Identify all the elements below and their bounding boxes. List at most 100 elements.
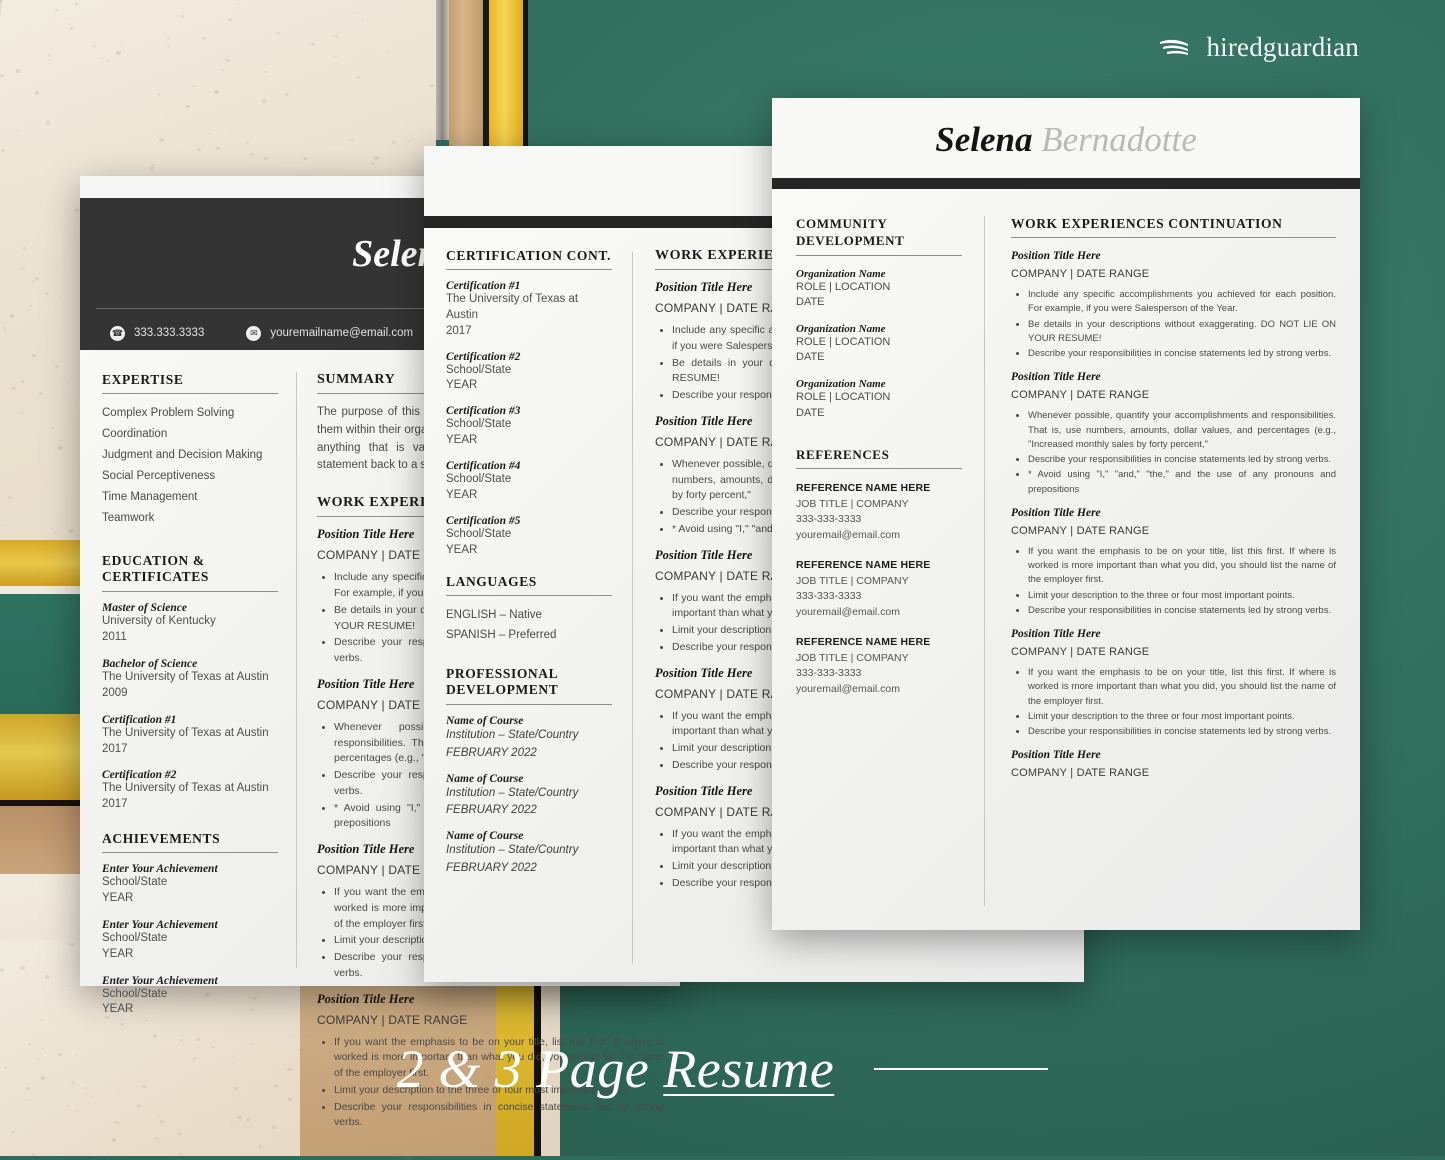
marble-speck — [35, 276, 40, 281]
languages-heading: LANGUAGES — [446, 574, 537, 590]
marble-speck — [144, 1019, 148, 1023]
marble-speck — [356, 12, 358, 14]
marble-speck — [407, 140, 410, 143]
entry-title: Enter Your Achievement — [102, 918, 218, 931]
marble-speck — [220, 68, 224, 72]
reference-name: REFERENCE NAME HERE — [796, 635, 931, 648]
entry-line-2: School/State — [102, 987, 168, 1000]
reference-phone[interactable]: 333-333-3333 — [796, 589, 962, 605]
marble-speck — [276, 31, 280, 35]
entry-line-2: School/State — [446, 418, 512, 431]
entry-line-3: YEAR — [446, 543, 478, 556]
white-band — [0, 586, 92, 594]
marble-speck — [116, 50, 121, 55]
job-title: Position Title Here — [1011, 371, 1101, 384]
marble-speck — [39, 1018, 42, 1021]
marble-speck — [2, 327, 6, 331]
marble-speck — [0, 968, 5, 972]
marble-speck — [74, 339, 76, 341]
entry-block: Certification #4 School/State YEAR — [446, 460, 612, 504]
entry-line-3: YEAR — [446, 488, 478, 501]
marble-speck — [169, 113, 171, 115]
page-3-main: WORK EXPERIENCES CONTINUATION Position T… — [985, 202, 1360, 930]
entry-title: Certification #1 — [446, 280, 521, 292]
marble-speck — [29, 304, 32, 307]
reference-block: REFERENCE NAME HERE JOB TITLE | COMPANY 33… — [796, 558, 962, 621]
entry-title: Enter Your Achievement — [102, 974, 218, 987]
marble-speck — [69, 405, 73, 408]
job-title: Position Title Here — [1011, 628, 1101, 640]
reference-name: REFERENCE NAME HERE — [796, 481, 931, 494]
marble-speck — [106, 60, 110, 63]
reference-block: REFERENCE NAME HERE JOB TITLE | COMPANY 33… — [796, 635, 962, 698]
marble-speck — [228, 17, 233, 21]
entry-title: Certification #5 — [446, 514, 521, 527]
marble-speck — [45, 121, 50, 125]
course-block: Name of Course Institution – State/Countr… — [446, 830, 612, 877]
education-heading: EDUCATION & CERTIFICATES — [102, 552, 209, 585]
entry-line-3: 2017 — [102, 742, 128, 755]
job-title: Position Title Here — [1011, 506, 1101, 519]
job-bullet: If you want the emphasis to be on your t… — [1028, 545, 1336, 588]
marble-speck — [45, 291, 50, 296]
marble-speck — [34, 91, 40, 96]
reference-phone[interactable]: 333-333-3333 — [796, 666, 962, 682]
marble-speck — [161, 125, 164, 128]
reference-email[interactable]: youremail@email.com — [796, 528, 962, 544]
achievements-heading: ACHIEVEMENTS — [102, 831, 221, 847]
prof-dev-rule — [446, 704, 612, 706]
entry-line-2: School/State — [446, 473, 512, 486]
marble-speck — [0, 1124, 3, 1127]
marble-speck — [67, 23, 71, 26]
marble-speck — [229, 128, 232, 131]
job-title: Position Title Here — [1011, 749, 1101, 762]
job-company: COMPANY | DATE RANGE — [1011, 389, 1150, 402]
entry-title: Organization Name — [796, 323, 886, 336]
contact-phone[interactable]: ☎ 333.333.3333 — [110, 325, 204, 341]
tan-band — [0, 806, 92, 874]
reference-email[interactable]: youremail@email.com — [796, 682, 962, 698]
reference-role: JOB TITLE | COMPANY — [796, 497, 909, 510]
entry-line-3: DATE — [796, 295, 825, 308]
marble-speck — [125, 99, 127, 102]
page-3-last-name: Bernadotte — [1041, 120, 1197, 159]
marble-speck — [268, 0, 270, 2]
course-title: Name of Course — [446, 830, 524, 843]
page-3-sidebar: COMMUNITY DEVELOPMENT Organization Name R… — [772, 202, 984, 930]
page-3-first-name: Selena — [935, 120, 1033, 159]
marble-speck — [10, 1131, 14, 1134]
reference-phone[interactable]: 333-333-3333 — [796, 512, 962, 528]
job-bullet: Describe your responsibilities in concis… — [1028, 453, 1336, 467]
reference-name: REFERENCE NAME HERE — [796, 558, 931, 571]
course-date: FEBRUARY 2022 — [446, 861, 537, 874]
marble-speck — [69, 26, 74, 30]
entry-line-3: 2017 — [446, 324, 472, 337]
marble-speck — [32, 280, 35, 283]
page-3-name: Selena Bernadotte — [772, 120, 1360, 160]
entry-line-3: YEAR — [446, 379, 478, 392]
marble-speck — [50, 999, 52, 1001]
marble-speck — [160, 1120, 164, 1124]
marble-speck — [58, 438, 62, 441]
marble-speck — [47, 54, 52, 57]
resume-page-3[interactable]: Selena Bernadotte COMMUNITY DEVELOPMENT … — [772, 98, 1360, 930]
green-band — [0, 594, 92, 714]
certification-heading: CERTIFICATION CONT. — [446, 248, 611, 263]
marble-speck — [230, 1121, 233, 1124]
marble-speck — [238, 3, 241, 5]
entry-line-2: School/State — [446, 363, 512, 376]
reference-email[interactable]: youremail@email.com — [796, 605, 962, 621]
marble-speck — [8, 496, 12, 499]
marble-speck — [405, 123, 407, 126]
marble-speck — [11, 387, 16, 391]
marble-speck — [50, 117, 53, 119]
marble-speck — [96, 30, 98, 33]
prof-dev-heading: PROFESSIONAL DEVELOPMENT — [446, 665, 559, 698]
marble-speck — [166, 45, 170, 48]
page-1-sidebar: EXPERTISE Complex Problem Solving Coordin… — [80, 360, 296, 1015]
marble-speck — [111, 1137, 117, 1142]
marble-speck — [114, 1120, 119, 1124]
reference-role: JOB TITLE | COMPANY — [796, 574, 909, 587]
entry-title: Certification #3 — [446, 405, 521, 418]
contact-email[interactable]: ✉ youremailname@email.com — [246, 325, 413, 341]
